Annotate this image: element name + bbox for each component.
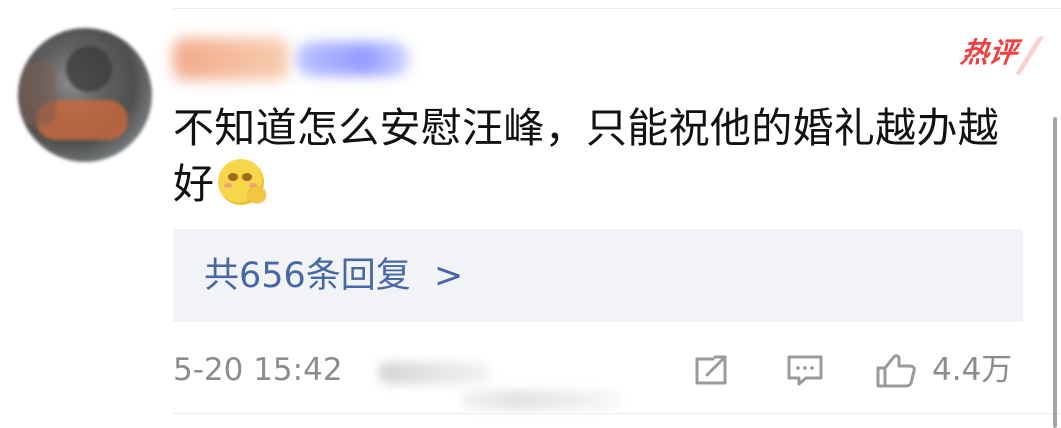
comment-meta-row: 5-20 15:42 4.4万 — [173, 348, 1023, 410]
hot-comment-tag: 热评 — [958, 36, 1020, 69]
avatar[interactable] — [18, 28, 152, 162]
like-count: 4.4万 — [932, 352, 1013, 388]
location-blurred — [378, 362, 490, 384]
emoji-eye-icon — [228, 173, 239, 181]
bottom-divider — [173, 413, 1061, 414]
like-action[interactable]: 4.4万 — [873, 348, 1023, 392]
comment-text: 不知道怎么安慰汪峰，只能祝他的婚礼越办越好 — [173, 100, 1023, 212]
comment-body: 不知道怎么安慰汪峰，只能祝他的婚礼越办越好 — [173, 104, 999, 208]
blushing-face-emoji-icon — [218, 159, 267, 205]
avatar-blur-shape — [66, 46, 112, 92]
scrollbar[interactable] — [1053, 117, 1057, 428]
replies-link[interactable]: 共656条回复 > — [204, 253, 463, 299]
replies-box[interactable]: 共656条回复 > — [173, 229, 1023, 322]
comment-icon[interactable] — [785, 351, 825, 389]
thumbs-up-icon[interactable] — [873, 350, 919, 390]
timestamp: 5-20 15:42 — [173, 352, 343, 388]
avatar-blur-shape — [20, 62, 56, 126]
location-blurred — [461, 390, 621, 410]
emoji-eye-icon — [242, 173, 253, 181]
chevron-right-icon: > — [433, 256, 464, 296]
replies-count-label: 共656条回复 — [204, 256, 411, 296]
username-blurred[interactable] — [173, 38, 289, 80]
emoji-hand-icon — [248, 187, 267, 203]
user-badge-blurred — [296, 42, 410, 76]
top-divider — [173, 8, 1061, 9]
share-icon[interactable] — [691, 351, 731, 389]
emoji-blush-icon — [224, 183, 233, 188]
